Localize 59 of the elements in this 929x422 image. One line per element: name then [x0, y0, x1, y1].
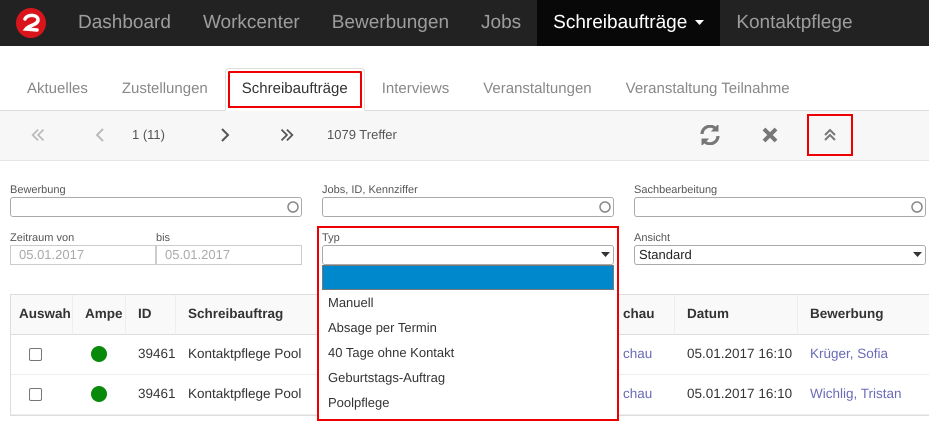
table-cell-text: 39461: [138, 384, 176, 403]
nav-link[interactable]: Jobs: [465, 0, 538, 46]
dropdown-option[interactable]: Manuell: [322, 290, 614, 314]
table-cell-text: Kontaktpflege Pool: [188, 384, 302, 403]
dropdown-option[interactable]: Poolpflege: [322, 390, 614, 414]
circle-icon: [287, 200, 299, 212]
tab[interactable]: Veranstaltung Teilnahme: [608, 68, 807, 110]
caret-icon: [913, 252, 922, 257]
column-header: Bewerbung: [798, 294, 929, 334]
tab[interactable]: Schreibaufträge: [224, 68, 365, 110]
nav-link[interactable]: Workcenter: [186, 0, 316, 46]
search-field[interactable]: [322, 196, 614, 216]
dropdown-option[interactable]: 40 Tage ohne Kontakt: [322, 340, 614, 364]
row-checkbox[interactable]: [29, 388, 42, 400]
table-link[interactable]: Wichlig, Tristan: [810, 384, 902, 404]
column-header: ID: [126, 294, 176, 334]
nav-link[interactable]: Kontaktpflege: [720, 0, 869, 46]
search-field[interactable]: [634, 196, 926, 216]
page-indicator: 1 (11): [132, 126, 165, 144]
field-label: Sachbearbeitung: [634, 182, 718, 196]
table-cell-text: 05.01.2017 16:10: [687, 384, 792, 403]
double-chevron-up-icon: [822, 128, 837, 142]
table-link[interactable]: chau: [623, 344, 652, 364]
tab[interactable]: Veranstaltungen: [466, 68, 609, 110]
search-field[interactable]: [10, 196, 302, 216]
close-icon: [762, 127, 778, 143]
tab[interactable]: Zustellungen: [104, 68, 225, 110]
view-select[interactable]: Standard: [634, 244, 926, 264]
dropdown-option[interactable]: Absage per Termin: [322, 314, 614, 340]
circle-icon: [911, 200, 923, 212]
tab[interactable]: Interviews: [364, 68, 466, 110]
table-cell-text: 05.01.2017 16:10: [687, 344, 792, 363]
result-count: 1079 Treffer: [327, 126, 397, 144]
table-link[interactable]: Krüger, Sofia: [810, 344, 888, 364]
field-label: Typ: [322, 230, 341, 244]
type-select[interactable]: [322, 244, 614, 264]
collapse-button[interactable]: [808, 116, 851, 154]
field-label: bis: [156, 230, 172, 244]
dropdown-option[interactable]: Geburtstags-Auftrag: [322, 364, 614, 390]
circle-icon: [599, 200, 611, 212]
nav-link[interactable]: Schreibaufträge: [537, 0, 720, 46]
logo-icon: [16, 8, 46, 38]
column-header: Auswah: [11, 294, 73, 334]
table-cell-text: 39461: [138, 344, 176, 363]
refresh-icon: [698, 125, 721, 145]
field-label: Zeitraum von: [10, 230, 76, 244]
row-checkbox[interactable]: [29, 348, 42, 360]
column-header: Ampe: [73, 294, 126, 334]
tab[interactable]: Aktuelles: [10, 68, 105, 110]
nav-link[interactable]: Dashboard: [62, 0, 187, 46]
caret-icon: [695, 20, 704, 26]
field-label: Bewerbung: [10, 182, 67, 196]
field-label: Ansicht: [634, 230, 672, 244]
nav-link[interactable]: Bewerbungen: [316, 0, 466, 46]
table-link[interactable]: chau: [623, 384, 652, 404]
field-label: Jobs, ID, Kennziffer: [322, 182, 419, 196]
column-header: Datum: [675, 294, 798, 334]
caret-icon: [601, 252, 610, 257]
table-cell-text: Kontaktpflege Pool: [188, 344, 302, 363]
